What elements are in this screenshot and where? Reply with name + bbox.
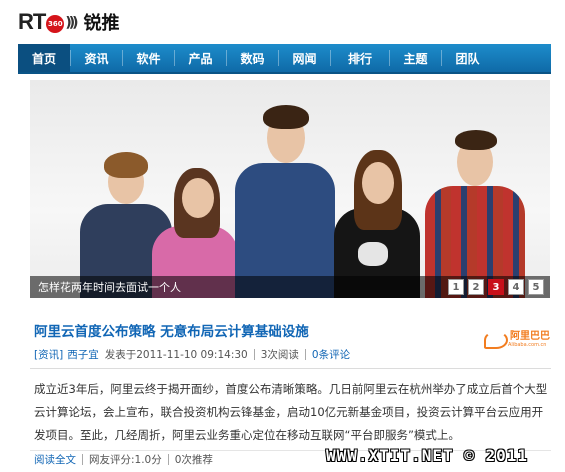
signal-icon: )))	[65, 15, 78, 31]
meta-divider	[253, 349, 255, 360]
logo-text: RT	[18, 9, 46, 34]
alibaba-mark-icon	[484, 331, 508, 349]
nav-item-rankings[interactable]: 排行	[331, 44, 389, 72]
nav-item-team[interactable]: 团队	[442, 44, 493, 72]
alibaba-logo-sub: Alibaba.com.cn	[508, 342, 547, 348]
alibaba-logo-text: 阿里巴巴	[510, 331, 550, 342]
article-meta: [资讯] 西子宜 发表于2011-11-10 09:14:30 3次阅读 0条评…	[34, 347, 350, 362]
footer-divider	[167, 454, 169, 465]
nav-item-digital[interactable]: 数码	[227, 44, 278, 72]
logo-badge: 360	[46, 15, 65, 33]
article-title[interactable]: 阿里云首度公布策略 无意布局云计算基础设施	[34, 320, 309, 340]
slide-page-4[interactable]: 4	[508, 279, 524, 295]
article-footer: 阅读全文 网友评分:1.0分 0次推荐	[34, 452, 213, 467]
nav-item-web-news[interactable]: 网闻	[279, 44, 330, 72]
nav-item-home[interactable]: 首页	[18, 44, 70, 72]
slide-page-3[interactable]: 3	[488, 279, 504, 295]
article-rating: 网友评分:1.0分	[89, 454, 162, 466]
site-logo[interactable]: RT 360 ))) 锐推	[18, 6, 120, 38]
read-more-link[interactable]: 阅读全文	[34, 452, 76, 467]
slide-pager: 1 2 3 4 5	[448, 279, 544, 295]
slide-page-1[interactable]: 1	[448, 279, 464, 295]
watermark: WWW.XTIT.NET © 2011	[326, 446, 529, 465]
meta-divider	[304, 349, 306, 360]
article-summary: 成立近3年后，阿里云终于揭开面纱，首度公布清晰策略。几日前阿里云在杭州举办了成立…	[34, 382, 548, 442]
article-category[interactable]: [资讯]	[34, 347, 63, 362]
article-recommend: 0次推荐	[174, 454, 213, 466]
slide-page-5[interactable]: 5	[528, 279, 544, 295]
logo-name: 锐推	[83, 13, 120, 34]
slide-caption[interactable]: 怎样花两年时间去面试一个人	[38, 279, 448, 295]
tee-print-panda	[358, 242, 388, 266]
nav-item-products[interactable]: 产品	[175, 44, 226, 72]
hero-slideshow[interactable]: 怎样花两年时间去面试一个人 1 2 3 4 5	[30, 80, 550, 298]
nav-item-software[interactable]: 软件	[123, 44, 174, 72]
slide-page-2[interactable]: 2	[468, 279, 484, 295]
article-views: 3次阅读	[260, 349, 299, 361]
slide-caption-bar: 怎样花两年时间去面试一个人 1 2 3 4 5	[30, 276, 550, 298]
nav-item-topics[interactable]: 主题	[390, 44, 441, 72]
article-comments[interactable]: 0条评论	[312, 347, 350, 362]
article-date: 发表于2011-11-10 09:14:30	[104, 349, 248, 361]
hero-photo[interactable]	[30, 80, 550, 298]
main-nav: 首页 资讯 软件 产品 数码 网闻 排行 主题 团队	[18, 44, 551, 74]
divider	[30, 368, 551, 369]
footer-divider	[82, 454, 83, 465]
alibaba-logo: 阿里巴巴 Alibaba.com.cn	[484, 331, 550, 349]
article-author[interactable]: 西子宜	[67, 347, 99, 362]
nav-item-news[interactable]: 资讯	[71, 44, 122, 72]
